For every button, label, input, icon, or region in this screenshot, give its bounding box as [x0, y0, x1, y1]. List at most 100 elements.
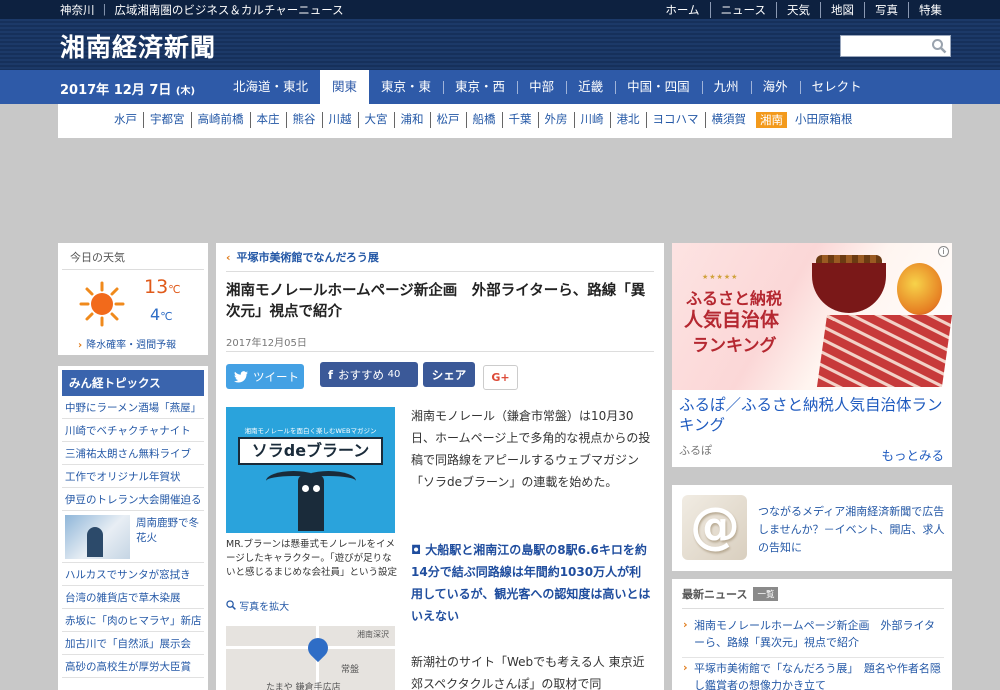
search-input[interactable]	[841, 38, 929, 58]
mango-image	[897, 263, 942, 315]
topic-item[interactable]: 赤坂に「肉のヒマラヤ」新店	[62, 609, 204, 632]
city-link[interactable]: 船橋	[465, 112, 502, 128]
prev-article-link[interactable]: ‹ 平塚市美術館でなんだろう展	[226, 249, 654, 272]
article-subheading: ◘ 大船駅と湘南江の島駅の8駅6.6キロを約14分で結ぶ同路線は年間約1030万…	[411, 539, 651, 627]
zoom-photo-link[interactable]: 写真を拡大	[226, 598, 289, 613]
top-nav-map[interactable]: 地図	[820, 2, 864, 18]
topic-item[interactable]: ハルカスでサンタが窓拭き	[62, 563, 204, 586]
city-link[interactable]: 大宮	[357, 112, 394, 128]
tweet-label[interactable]: ツイート	[253, 369, 299, 385]
region-tab-chubu[interactable]: 中部	[517, 70, 566, 104]
temp-low: 4℃	[150, 305, 173, 324]
city-link[interactable]: 港北	[609, 112, 646, 128]
topic-item[interactable]: 伊豆のトレラン大会開催迫る	[62, 488, 204, 511]
city-link[interactable]: 川越	[321, 112, 358, 128]
ad-banner[interactable]: ★★★★★ ふるさと納税 人気自治体 ランキング	[672, 243, 952, 390]
city-link[interactable]: 小田原箱根	[789, 112, 859, 128]
date-text: 2017年 12月 7日	[60, 83, 172, 98]
region-tab-overseas[interactable]: 海外	[750, 70, 800, 104]
region-tab-kinki[interactable]: 近畿	[566, 70, 615, 104]
current-date: 2017年 12月 7日 (木)	[60, 79, 195, 98]
map-thumbnail[interactable]: 湘南深沢 常盤 たまや 鎌倉手広店	[226, 626, 395, 690]
map-label: 常盤	[341, 665, 360, 675]
ad-banner-text: ランキング	[692, 336, 777, 356]
city-link[interactable]: 本庄	[249, 112, 286, 128]
map-pin-icon	[303, 633, 333, 663]
article-body-paragraph: 湘南モノレール（鎌倉市常盤）は10月30日、ホームページ上で多角的な視点からの投…	[411, 409, 651, 489]
news-item[interactable]: 湘南モノレールホームページ新企画 外部ライターら、路線「異次元」視点で紹介	[682, 615, 944, 658]
prev-article-label[interactable]: 平塚市美術館でなんだろう展	[237, 251, 379, 264]
city-link[interactable]: 川崎	[573, 112, 610, 128]
topic-item[interactable]: 工作でオリジナル年賀状	[62, 465, 204, 488]
city-link[interactable]: 高崎前橋	[190, 112, 250, 128]
top-nav-weather[interactable]: 天気	[776, 2, 820, 18]
topic-item-label[interactable]: 周南鹿野で冬花火	[136, 515, 201, 558]
city-link[interactable]: 外房	[537, 112, 574, 128]
ad-panel[interactable]: ★★★★★ ふるさと納税 人気自治体 ランキング i ふるぽ／ふるさと納税人気自…	[672, 243, 952, 467]
region-tab-select[interactable]: セレクト	[799, 70, 874, 104]
recommend-count: 40	[387, 369, 401, 380]
chevron-left-icon: ‹	[226, 251, 231, 264]
city-link[interactable]: 横須賀	[704, 112, 753, 128]
zoom-photo-label[interactable]: 写真を拡大	[239, 602, 289, 613]
google-plus-button[interactable]: G+	[483, 365, 518, 390]
news-item[interactable]: 平塚市美術館で「なんだろう展」 題名や作者名隠し鑑賞者の想像力かき立て	[682, 658, 944, 690]
ad-info-icon[interactable]: i	[938, 246, 949, 257]
photo-caption: MR.ブラーンは懸垂式モノレールをイメージしたキャラクター。「遊びが足りないと感…	[226, 539, 398, 578]
city-link[interactable]: 熊谷	[285, 112, 322, 128]
advertise-link[interactable]: つながるメディア湘南経済新聞で広告しませんか？－イベント、開店、求人の告知に	[758, 503, 946, 557]
region-tab-chugoku-shikoku[interactable]: 中国・四国	[615, 70, 702, 104]
region-tab-hokkaido-tohoku[interactable]: 北海道・東北	[221, 70, 320, 104]
top-nav-news[interactable]: ニュース	[709, 2, 776, 18]
region-tab-kyushu[interactable]: 九州	[701, 70, 751, 104]
sun-icon	[79, 281, 125, 327]
city-link[interactable]: 松戸	[429, 112, 466, 128]
facebook-recommend-button[interactable]: f おすすめ 40	[320, 362, 418, 387]
site-logo[interactable]: 湘南経済新聞	[60, 28, 216, 64]
topic-item[interactable]: 台湾の雑貨店で草木染展	[62, 586, 204, 609]
weather-widget: 今日の天気 13℃ 4℃ 降水確率・週間予報	[58, 243, 208, 355]
topic-item[interactable]: 三浦祐太朗さん無料ライブ	[62, 442, 204, 465]
tagline: 広域湘南圏のビジネス＆カルチャーニュース	[114, 3, 344, 17]
tweet-button[interactable]: ツイート	[226, 364, 304, 389]
ad-more-link[interactable]: もっとみる	[881, 445, 944, 464]
weekday-text: (木)	[175, 86, 196, 97]
top-nav: ホーム ニュース 天気 地図 写真 特集	[655, 2, 952, 18]
topic-item[interactable]: 高砂の高校生が厚労大臣賞	[62, 655, 204, 678]
forecast-link[interactable]: 降水確率・週間予報	[78, 336, 176, 351]
at-sign-icon[interactable]: @	[682, 495, 747, 560]
weather-title: 今日の天気	[62, 243, 204, 270]
map-label: 湘南深沢	[357, 630, 389, 639]
top-nav-features[interactable]: 特集	[908, 2, 952, 18]
city-link[interactable]: 水戸	[108, 112, 143, 128]
magnifier-icon	[226, 600, 236, 610]
region-tab-kanto[interactable]: 関東	[320, 70, 370, 104]
city-link-active[interactable]: 湘南	[756, 112, 787, 128]
city-link[interactable]: ヨコハマ	[645, 112, 705, 128]
temp-low-value: 4	[150, 305, 161, 324]
advertise-promo[interactable]: @ つながるメディア湘南経済新聞で広告しませんか？－イベント、開店、求人の告知に	[672, 485, 952, 571]
recommend-label[interactable]: おすすめ	[338, 367, 384, 383]
city-link[interactable]: 浦和	[393, 112, 430, 128]
facebook-share-button[interactable]: シェア	[423, 362, 475, 387]
brand-bar: 湘南経済新聞	[0, 19, 1000, 70]
news-list-badge[interactable]: 一覧	[753, 587, 779, 601]
topic-item[interactable]: 中野にラーメン酒場「燕屋」	[62, 396, 204, 419]
top-nav-home[interactable]: ホーム	[655, 2, 709, 18]
topic-thumbnail[interactable]	[65, 515, 130, 559]
temp-high-value: 13	[144, 276, 169, 298]
region-tab-tokyo-west[interactable]: 東京・西	[443, 70, 517, 104]
latest-news-panel: 最新ニュース一覧 湘南モノレールホームページ新企画 外部ライターら、路線「異次元…	[672, 579, 952, 690]
region-label: 神奈川	[60, 3, 95, 17]
city-link[interactable]: 千葉	[501, 112, 538, 128]
top-nav-photos[interactable]: 写真	[864, 2, 908, 18]
topic-item-with-thumb[interactable]: 周南鹿野で冬花火	[62, 511, 204, 563]
topic-item[interactable]: 加古川で「自然派」展示会	[62, 632, 204, 655]
search-icon[interactable]	[931, 38, 947, 54]
twitter-icon	[234, 370, 248, 382]
city-link[interactable]: 宇都宮	[143, 112, 191, 128]
article-photo[interactable]: 湘南モノレールを面白く楽しむWEBマガジン ソラdeブラーン	[226, 407, 395, 533]
ad-title-link[interactable]: ふるぽ／ふるさと納税人気自治体ランキング	[679, 395, 947, 435]
region-tab-tokyo-east[interactable]: 東京・東	[369, 70, 443, 104]
topic-item[interactable]: 川崎でベチャクチャナイト	[62, 419, 204, 442]
